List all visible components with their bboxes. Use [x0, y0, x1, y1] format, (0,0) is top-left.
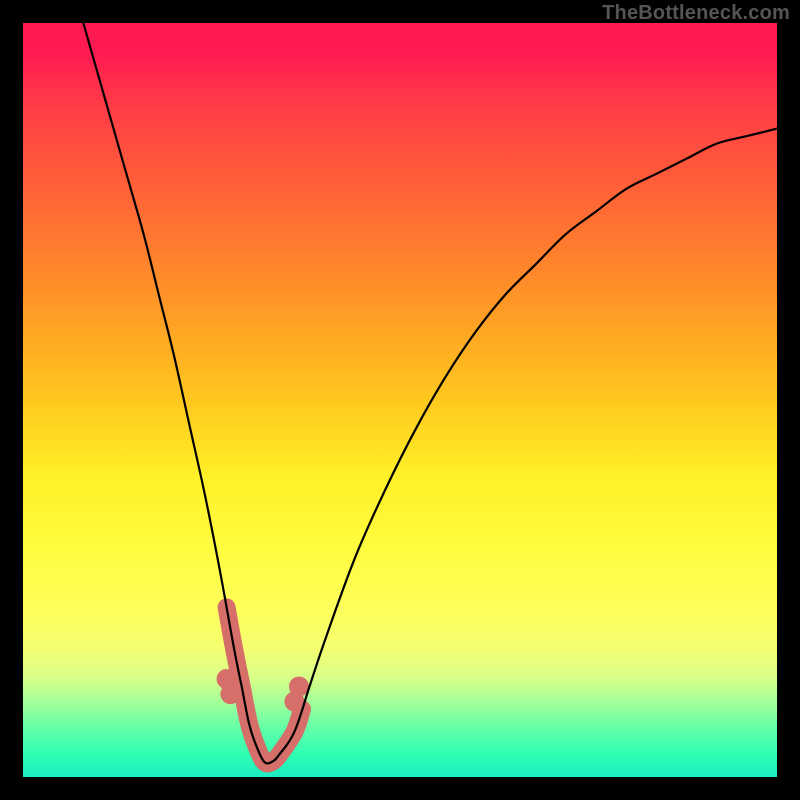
marker-dot-left-lower — [220, 684, 240, 704]
watermark-text: TheBottleneck.com — [602, 2, 790, 25]
chart-frame — [23, 23, 777, 777]
bottleneck-curve-svg — [23, 23, 777, 777]
bottleneck-curve — [83, 23, 777, 763]
marker-dot-right-upper — [289, 677, 309, 697]
